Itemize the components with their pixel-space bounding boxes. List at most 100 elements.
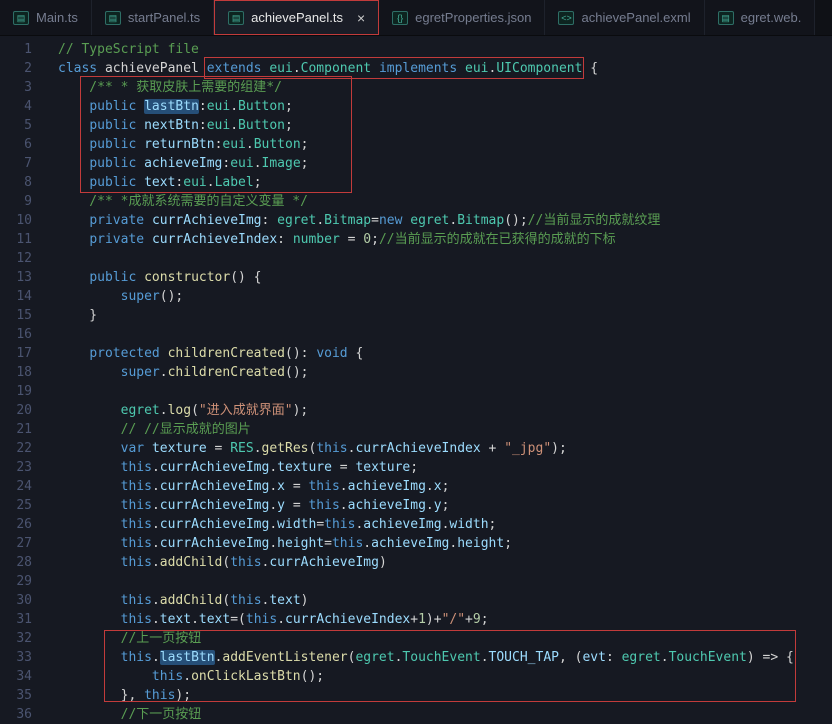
code-line[interactable]: this.currAchieveImg.width=this.achieveIm… <box>58 515 832 534</box>
code-line[interactable]: public constructor() { <box>58 268 832 287</box>
code-token: height <box>277 536 325 551</box>
code-line[interactable]: /** *成就系统需要的自定义变量 */ <box>58 192 832 211</box>
code-token: onClickLastBtn <box>191 669 301 684</box>
code-token: (); <box>159 289 184 304</box>
tab-main-ts[interactable]: ▤ Main.ts <box>0 0 92 35</box>
code-line[interactable]: this.currAchieveImg.height=this.achieveI… <box>58 534 832 553</box>
tab-egretproperties-json[interactable]: {} egretProperties.json <box>379 0 546 35</box>
code-token: nextBtn <box>144 118 199 133</box>
code-token: . <box>159 403 168 418</box>
code-token: super <box>120 289 160 304</box>
code-token: Component <box>300 61 379 76</box>
code-token: ; <box>300 137 309 152</box>
tab-label: achievePanel.exml <box>581 10 691 25</box>
code-token: : <box>198 118 207 133</box>
highlighted-token: lastBtn <box>159 650 215 665</box>
code-line[interactable]: this.lastBtn.addEventListener(egret.Touc… <box>58 648 832 667</box>
code-token: implements <box>378 61 466 76</box>
code-line[interactable]: public text:eui.Label; <box>58 173 832 192</box>
tab-label: egret.web. <box>740 10 802 25</box>
code-editor[interactable]: 1 2 3 4 5 6 7 8 9 10 11 12 13 14 15 16 17 18 19 20 21 22 23 24 2… <box>0 36 832 722</box>
code-line[interactable]: public achieveImg:eui.Image; <box>58 154 832 173</box>
code-token: UIComponent <box>496 61 591 76</box>
code-line[interactable]: this.currAchieveImg.texture = texture; <box>58 458 832 477</box>
code-token: width <box>449 517 489 532</box>
code-token: this <box>144 688 176 703</box>
code-token: currAchieveImg <box>159 536 270 551</box>
code-line[interactable]: //下一页按钮 <box>58 705 832 721</box>
code-line[interactable]: egret.log("进入成就界面"); <box>58 401 832 420</box>
code-line[interactable]: private currAchieveIndex: number = 0;//当… <box>58 230 832 249</box>
code-token: . <box>245 137 254 152</box>
code-line[interactable]: this.onClickLastBtn(); <box>58 667 832 686</box>
close-tab-icon[interactable]: × <box>357 10 365 26</box>
code-line[interactable]: // TypeScript file <box>58 40 832 59</box>
code-line[interactable] <box>58 382 832 401</box>
code-token: //上一页按钮 <box>58 631 202 646</box>
code-line[interactable] <box>58 572 832 591</box>
line-number: 33 <box>16 650 32 665</box>
code-token: (); <box>285 365 309 380</box>
code-token: childrenCreated <box>167 365 285 380</box>
code-token: achieveImg <box>144 156 223 171</box>
tab-egret-web-[interactable]: ▤ egret.web. <box>704 0 816 35</box>
code-token: . <box>339 498 348 513</box>
tab-achievepanel-exml[interactable]: <> achievePanel.exml <box>545 0 705 35</box>
code-line[interactable]: this.currAchieveImg.y = this.achieveImg.… <box>58 496 832 515</box>
code-token: . <box>151 536 160 551</box>
code-line[interactable]: // //显示成就的图片 <box>58 420 832 439</box>
line-number: 2 <box>24 61 32 76</box>
code-line[interactable]: protected childrenCreated(): void { <box>58 344 832 363</box>
code-token: TouchEvent <box>668 650 747 665</box>
code-token: 0 <box>363 232 372 247</box>
code-line[interactable]: super.childrenCreated(); <box>58 363 832 382</box>
code-token: Button <box>238 99 286 114</box>
line-number: 23 <box>16 460 32 475</box>
line-number: 8 <box>24 175 32 190</box>
code-line[interactable]: var texture = RES.getRes(this.currAchiev… <box>58 439 832 458</box>
code-token: childrenCreated <box>167 346 285 361</box>
code-token: addChild <box>159 555 223 570</box>
code-line[interactable]: this.addChild(this.text) <box>58 591 832 610</box>
code-token: =( <box>230 612 246 627</box>
code-token: this <box>120 517 152 532</box>
code-line[interactable] <box>58 325 832 344</box>
tab-startpanel-ts[interactable]: ▤ startPanel.ts <box>91 0 215 35</box>
code-token: )+ <box>425 612 442 627</box>
code-token: Bitmap <box>457 213 505 228</box>
code-token: eui <box>183 175 207 190</box>
code-line[interactable]: this.currAchieveImg.x = this.achieveImg.… <box>58 477 832 496</box>
code-area[interactable]: // TypeScript file class achievePanel ext… <box>44 40 832 721</box>
code-token: class <box>58 61 105 76</box>
line-number: 1 <box>24 42 32 57</box>
code-line[interactable]: this.addChild(this.currAchieveImg) <box>58 553 832 572</box>
code-line[interactable]: /** * 获取皮肤上需要的组建*/ <box>58 78 832 97</box>
code-line[interactable]: super(); <box>58 287 832 306</box>
code-token: text <box>198 612 231 627</box>
code-token: . <box>253 441 262 456</box>
code-line[interactable]: public nextBtn:eui.Button; <box>58 116 832 135</box>
code-line[interactable]: public lastBtn:eui.Button; <box>58 97 832 116</box>
code-line[interactable] <box>58 249 832 268</box>
code-token: achieveImg <box>363 517 442 532</box>
code-line[interactable]: private currAchieveImg: egret.Bitmap=new… <box>58 211 832 230</box>
code-line[interactable]: } <box>58 306 832 325</box>
code-line[interactable]: //上一页按钮 <box>58 629 832 648</box>
code-line[interactable]: public returnBtn:eui.Button; <box>58 135 832 154</box>
code-line[interactable]: }, this); <box>58 686 832 705</box>
code-line[interactable]: this.text.text=(this.currAchieveIndex+1)… <box>58 610 832 629</box>
code-token: void <box>316 346 348 361</box>
code-line[interactable]: class achievePanel extends eui.Component… <box>58 59 832 78</box>
code-token: . <box>269 460 278 475</box>
code-token: ; <box>504 536 513 551</box>
code-token: currAchieveImg <box>159 460 270 475</box>
code-token: ); <box>551 441 567 456</box>
code-token: = <box>316 517 325 532</box>
code-token: public <box>89 175 145 190</box>
code-token: . <box>206 175 215 190</box>
tab-achievepanel-ts[interactable]: ▤ achievePanel.ts × <box>214 0 380 35</box>
code-token: : <box>198 99 207 114</box>
code-token: this <box>120 498 152 513</box>
